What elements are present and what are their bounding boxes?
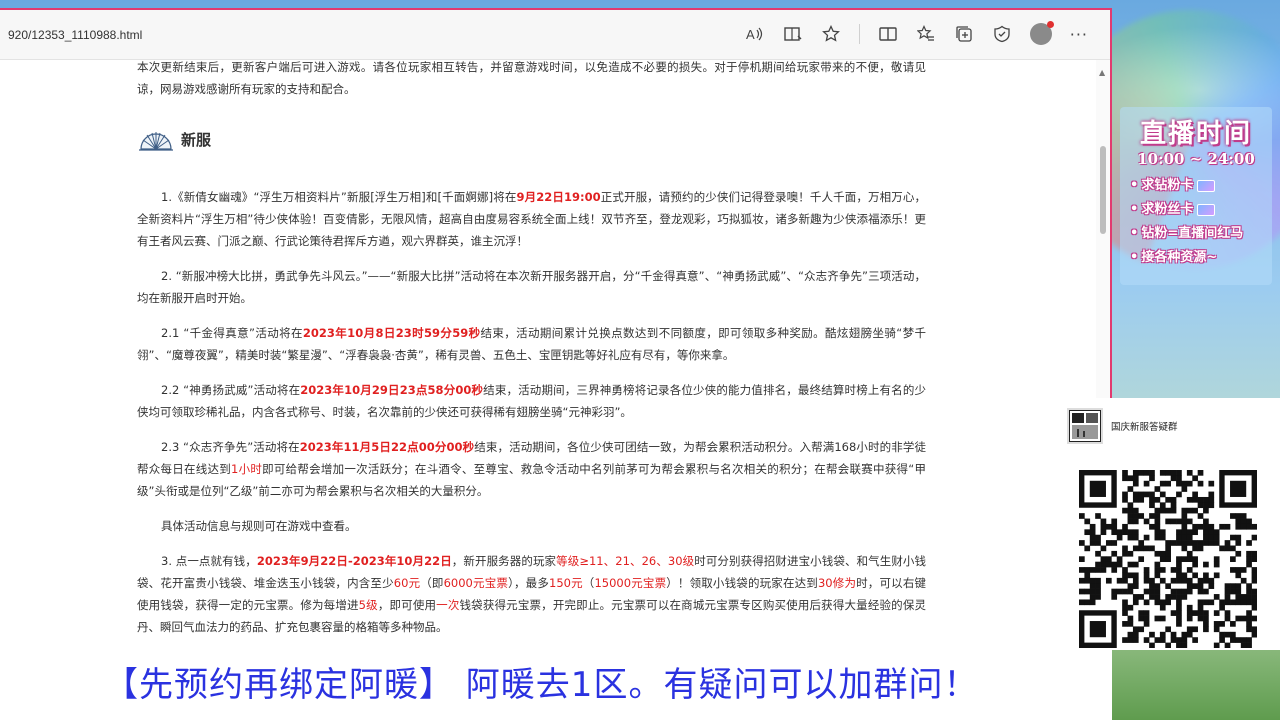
live-schedule-panel: 直播时间 10:00 ~ 24:00 • 求钻粉卡 • 求粉丝卡 • 钻粉=直播间红马… [1120, 107, 1272, 285]
live-perk-item: • 接各种资源~ [1130, 250, 1218, 265]
live-perks-list: • 求钻粉卡 • 求粉丝卡 • 钻粉=直播间红马 • 接各种资源~ [1126, 174, 1266, 270]
immersive-reader-icon[interactable] [783, 24, 803, 44]
paragraph-info: 具体活动信息与规则可在游戏中查看。 [161, 519, 357, 533]
browser-essentials-icon[interactable] [992, 24, 1012, 44]
fan-icon [137, 127, 175, 153]
live-perk-item: • 求粉丝卡 [1130, 198, 1266, 222]
live-time: 10:00 ~ 24:00 [1137, 150, 1255, 168]
section-title: 新服 [181, 131, 212, 149]
live-perk-item: • 钻粉=直播间红马 [1130, 226, 1244, 241]
profile-avatar[interactable] [1029, 21, 1054, 45]
live-perk-item: • 求钻粉卡 [1130, 174, 1266, 198]
article-content: 本次更新结束后，更新客户端后可进入游戏。请各位玩家相互转告，并留意游戏时间，以免… [0, 60, 1096, 718]
card-icon [1197, 203, 1216, 216]
scroll-up-arrow-icon[interactable]: ▲ [1099, 68, 1105, 77]
qr-card-header: 国庆新服答疑群 [1067, 406, 1270, 446]
favorites-icon[interactable] [916, 24, 936, 44]
section-header: 新服 [137, 126, 926, 154]
scrollbar-thumb[interactable] [1100, 146, 1106, 234]
paragraph-2-2: 2.2 “神勇扬武威”活动将在2023年10月29日23点58分00秒结束，活动… [137, 383, 926, 419]
group-logo-icon [1067, 408, 1103, 444]
paragraph-2-3: 2.3 “众志齐争先”活动将在2023年11月5日22点00分00秒结束，活动期… [137, 440, 927, 498]
collections-icon[interactable] [954, 24, 974, 44]
paragraph-3: 3. 点一点就有钱，2023年9月22日-2023年10月22日，新开服务器的玩… [137, 554, 927, 634]
group-name: 国庆新服答疑群 [1111, 422, 1178, 433]
browser-toolbar: 920/12353_1110988.html A ··· [0, 10, 1110, 60]
toolbar-icons: A ··· [745, 21, 1088, 45]
group-qr-card: 国庆新服答疑群 [1057, 398, 1280, 650]
intro-paragraph: 本次更新结束后，更新客户端后可进入游戏。请各位玩家相互转告，并留意游戏时间，以免… [137, 60, 926, 96]
address-bar[interactable]: 920/12353_1110988.html [8, 28, 142, 42]
qr-code-image [1079, 470, 1258, 649]
paragraph-2: 2. “新服冲榜大比拼，勇武争先斗风云。”——“新服大比拼”活动将在本次新开服务… [137, 269, 926, 305]
bottom-banner-text: 【先预约再绑定阿暖】 阿暖去1区。有疑问可以加群问！ [104, 665, 979, 705]
live-title: 直播时间 [1139, 119, 1252, 149]
favorite-star-icon[interactable] [821, 24, 841, 44]
paragraph-1: 1.《新倩女幽魂》“浮生万相资料片”新服[浮生万相]和[千面婀娜]将在9月22日… [137, 190, 926, 248]
split-screen-icon[interactable] [878, 24, 898, 44]
browser-window: 920/12353_1110988.html A ··· 本次更新结束后，更新客… [0, 8, 1112, 720]
toolbar-separator [858, 24, 860, 44]
svg-text:A: A [746, 27, 755, 42]
paragraph-2-1: 2.1 “千金得真意”活动将在2023年10月8日23时59分59秒结束，活动期… [137, 326, 926, 362]
more-icon[interactable]: ··· [1070, 25, 1088, 44]
read-aloud-icon[interactable]: A [745, 24, 765, 44]
card-icon [1197, 179, 1216, 192]
